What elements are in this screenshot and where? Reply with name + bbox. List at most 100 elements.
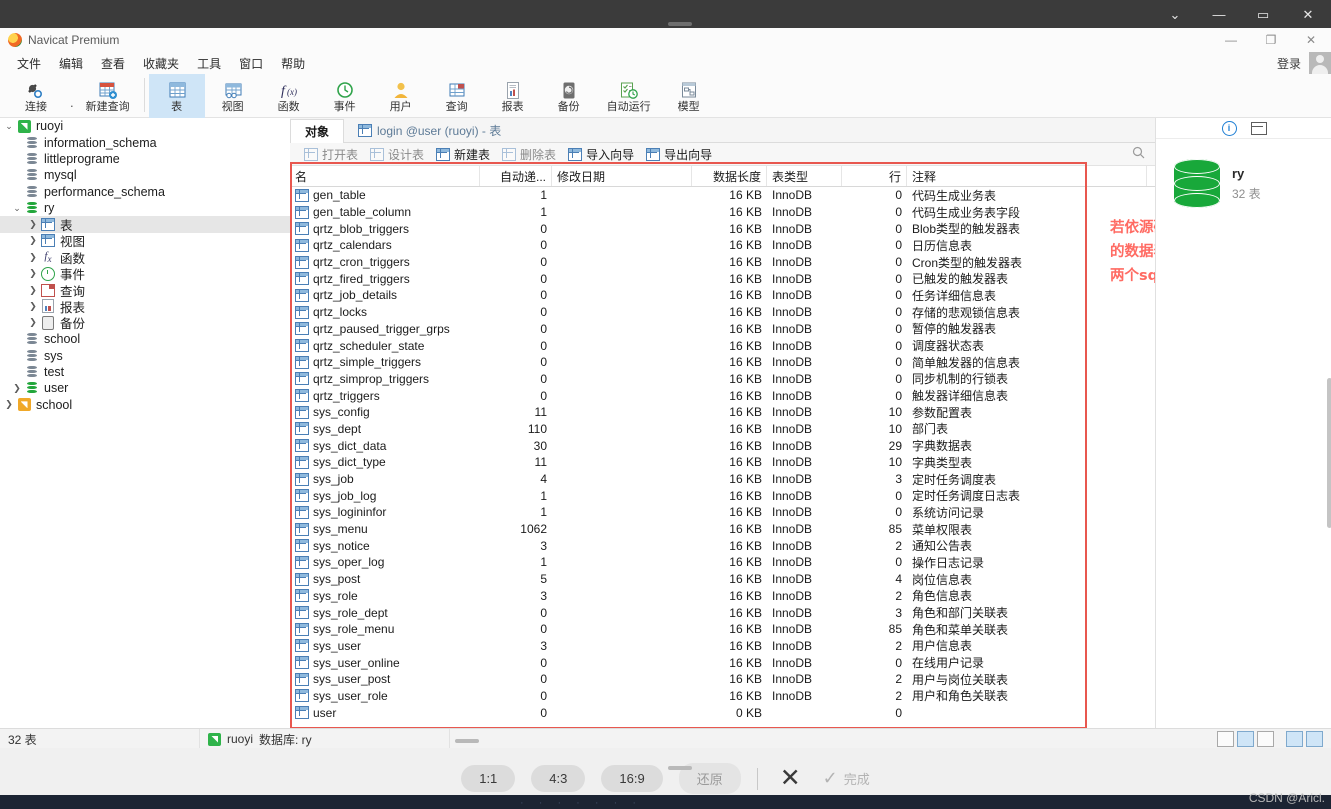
table-row[interactable]: qrtz_triggers 0 16 KB InnoDB 0 触发器详细信息表 [290,387,1155,404]
column-header-comment[interactable]: 注释 [907,166,1147,186]
sidebar-item-mysql[interactable]: mysql [0,167,290,183]
chevron-right-icon[interactable]: ❯ [26,317,40,328]
connection-tree[interactable]: ⌄ ruoyi information_schema littleprogram… [0,118,291,728]
scrollbar-thumb[interactable] [1327,378,1331,528]
maximize-icon[interactable]: ▭ [1241,0,1285,28]
column-header-type[interactable]: 表类型 [767,166,842,186]
delete-table-button[interactable]: 删除表 [496,143,562,165]
table-row[interactable]: sys_role 3 16 KB InnoDB 2 角色信息表 [290,588,1155,605]
chevron-down-icon[interactable]: ⌄ [1153,0,1197,28]
table-row[interactable]: sys_logininfor 1 16 KB InnoDB 0 系统访问记录 [290,504,1155,521]
table-row[interactable]: sys_job 4 16 KB InnoDB 3 定时任务调度表 [290,471,1155,488]
menu-item-tools[interactable]: 工具 [188,53,230,74]
tab-login-table[interactable]: login @user (ruoyi) - 表 [344,119,515,142]
table-row[interactable]: sys_dict_data 30 16 KB InnoDB 29 字典数据表 [290,437,1155,454]
ribbon-button-backup[interactable]: 备份 [541,74,597,118]
sidebar-item-views[interactable]: ❯ 视图 [0,233,290,249]
crop-handle-bottom-center[interactable] [668,766,692,770]
chevron-down-icon[interactable]: ⌄ [10,203,24,214]
chevron-right-icon[interactable]: ❯ [10,383,24,394]
sidebar-item-school-connection[interactable]: ❯ school [0,397,290,413]
avatar[interactable] [1309,52,1331,74]
ribbon-button-user[interactable]: 用户 [373,74,429,118]
table-row[interactable]: qrtz_simple_triggers 0 16 KB InnoDB 0 简单触发器的信… [290,354,1155,371]
tab-objects[interactable]: 对象 [290,119,345,143]
table-row[interactable]: gen_table 1 16 KB InnoDB 0 代码生成业务表 [290,187,1155,204]
close-icon[interactable]: ✕ [774,766,807,791]
column-header-rows[interactable]: 行 [842,166,907,186]
table-row[interactable]: sys_oper_log 1 16 KB InnoDB 0 操作日志记录 [290,554,1155,571]
sidebar-item-tables[interactable]: ❯ 表 [0,216,290,233]
ribbon-button-model[interactable]: 模型 [661,74,717,118]
table-row[interactable]: sys_job_log 1 16 KB InnoDB 0 定时任务调度日志表 [290,487,1155,504]
minimize-icon[interactable]: — [1197,0,1241,28]
menu-item-file[interactable]: 文件 [8,53,50,74]
info-icon[interactable]: i [1221,120,1237,136]
minimize-icon[interactable]: — [1211,28,1251,52]
ribbon-button-new-query[interactable]: 新建查询 [76,74,140,118]
table-row[interactable]: sys_role_menu 0 16 KB InnoDB 85 角色和菜单关联表 [290,621,1155,638]
sidebar-item-performance-schema[interactable]: performance_schema [0,184,290,200]
close-icon[interactable]: ✕ [1285,0,1331,28]
ribbon-button-automation[interactable]: 自动运行 [597,74,661,118]
sidebar-item-information-schema[interactable]: information_schema [0,134,290,150]
sidebar-item-user-db[interactable]: ❯ user [0,380,290,396]
sidebar-item-school-db[interactable]: school [0,331,290,347]
right-pane-toggle-icon[interactable] [1306,731,1323,747]
ribbon-button-table[interactable]: 表 [148,74,205,118]
ribbon-button-function[interactable]: f (x) 函数 [261,74,317,118]
ratio-16-9[interactable]: 16:9 [601,765,663,792]
chevron-right-icon[interactable]: ❯ [26,252,40,263]
chevron-right-icon[interactable]: ❯ [26,301,40,312]
menu-item-view[interactable]: 查看 [92,53,134,74]
sidebar-item-queries[interactable]: ❯ 查询 [0,282,290,299]
design-table-button[interactable]: 设计表 [364,143,430,165]
table-row[interactable]: sys_dept 110 16 KB InnoDB 10 部门表 [290,421,1155,438]
grid-view-icon[interactable] [1217,731,1234,747]
chevron-right-icon[interactable]: ❯ [26,235,40,246]
table-row[interactable]: sys_notice 3 16 KB InnoDB 2 通知公告表 [290,537,1155,554]
ribbon-button-query[interactable]: 查询 [429,74,485,118]
table-row[interactable]: qrtz_scheduler_state 0 16 KB InnoDB 0 调度器状态表 [290,337,1155,354]
done-button[interactable]: ✓ 完成 [823,768,870,789]
ribbon-button-connection[interactable]: 连接 [4,74,68,118]
chevron-down-icon[interactable]: ⌄ [2,121,16,132]
close-icon[interactable]: ✕ [1291,28,1331,52]
open-table-button[interactable]: 打开表 [298,143,364,165]
sidebar-item-littleprograme[interactable]: littleprograme [0,151,290,167]
ribbon-dropdown-dot[interactable]: . [68,95,76,110]
table-row[interactable]: sys_user_online 0 16 KB InnoDB 0 在线用户记录 [290,654,1155,671]
sidebar-item-sys[interactable]: sys [0,347,290,363]
menu-item-edit[interactable]: 编辑 [50,53,92,74]
ratio-4-3[interactable]: 4:3 [531,765,586,792]
ratio-1-1[interactable]: 1:1 [461,765,516,792]
sidebar-item-functions[interactable]: ❯ fx 函数 [0,249,290,266]
import-wizard-button[interactable]: 导入向导 [562,143,640,165]
table-row[interactable]: qrtz_cron_triggers 0 16 KB InnoDB 0 Cron类型的触发… [290,254,1155,271]
column-header-modified[interactable]: 修改日期 [552,166,692,186]
search-icon[interactable] [1132,146,1145,162]
table-row[interactable]: sys_role_dept 0 16 KB InnoDB 3 角色和部门关联表 [290,604,1155,621]
table-row[interactable]: sys_dict_type 11 16 KB InnoDB 10 字典类型表 [290,454,1155,471]
chevron-right-icon[interactable]: ❯ [2,399,16,410]
column-header-name[interactable]: 名 [290,166,480,186]
crop-handle-bottom-left[interactable] [455,739,479,743]
ribbon-button-view[interactable]: 视图 [205,74,261,118]
menu-item-help[interactable]: 帮助 [272,53,314,74]
table-row[interactable]: user 0 0 KB 0 [290,704,1155,721]
table-row[interactable]: gen_table_column 1 16 KB InnoDB 0 代码生成业务表字段 [290,204,1155,221]
export-wizard-button[interactable]: 导出向导 [640,143,718,165]
table-row[interactable]: qrtz_job_details 0 16 KB InnoDB 0 任务详细信息表 [290,287,1155,304]
table-row[interactable]: qrtz_calendars 0 16 KB InnoDB 0 日历信息表 [290,237,1155,254]
new-table-button[interactable]: 新建表 [430,143,496,165]
column-header-length[interactable]: 数据长度 [692,166,767,186]
chevron-right-icon[interactable]: ❯ [26,219,40,230]
chevron-right-icon[interactable]: ❯ [26,285,40,296]
table-row[interactable]: qrtz_fired_triggers 0 16 KB InnoDB 0 已触发的触发器表 [290,270,1155,287]
login-button[interactable]: 登录 [1277,55,1309,72]
left-pane-toggle-icon[interactable] [1286,731,1303,747]
table-row[interactable]: sys_config 11 16 KB InnoDB 10 参数配置表 [290,404,1155,421]
sidebar-item-reports[interactable]: ❯ 报表 [0,298,290,315]
chevron-right-icon[interactable]: ❯ [26,268,40,279]
table-row[interactable]: sys_menu 1062 16 KB InnoDB 85 菜单权限表 [290,521,1155,538]
